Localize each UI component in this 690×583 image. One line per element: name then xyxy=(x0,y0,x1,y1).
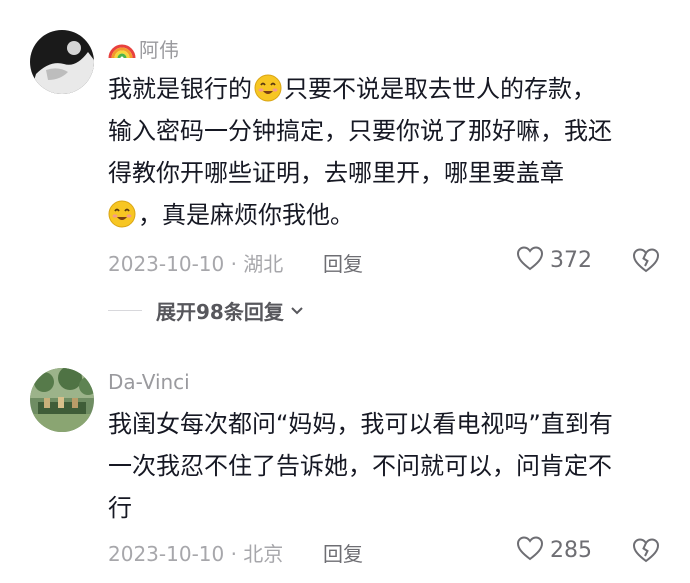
comment-line: 行 xyxy=(108,494,132,522)
comment-meta: 2023-10-10 · 北京 xyxy=(108,542,284,566)
comment-line: 得教你开哪些证明，去哪里开，哪里要盖章 xyxy=(108,159,564,187)
expand-replies-label: 展开98条回复 xyxy=(156,299,284,324)
username[interactable]: 阿伟 xyxy=(108,34,179,65)
reply-button[interactable]: 回复 xyxy=(323,538,363,567)
comment-line: 我就是银行的 只要不说是取去世人的存款， xyxy=(108,68,668,110)
comment-2: Da-Vinci 我闺女每次都问“妈妈，我可以看电视吗”直到有 一次我忍不住了告… xyxy=(0,340,690,583)
smiling-face-emoji-icon xyxy=(254,73,282,102)
username[interactable]: Da-Vinci xyxy=(108,370,190,394)
comment-meta: 2023-10-10 · 湖北 xyxy=(108,252,284,276)
broken-heart-icon xyxy=(632,538,660,568)
comment-text[interactable]: 我就是银行的 只要不说是取去世人的存款， 输入密码一分钟搞定，只要你说了那好嘛，我… xyxy=(108,68,668,236)
comment-text[interactable]: 我闺女每次都问“妈妈，我可以看电视吗”直到有 一次我忍不住了告诉她，不问就可以，… xyxy=(108,403,668,529)
comment-1: 阿伟 我就是银行的 只要不说是取去世人的存款， 输入密码一分钟搞定，只要你说了那好… xyxy=(0,0,690,340)
like-button[interactable]: 285 xyxy=(516,535,592,565)
text-segment: 只要不说是取去世人的存款， xyxy=(284,75,596,103)
comment-line: 一次我忍不住了告诉她，不问就可以，问肯定不 xyxy=(108,452,612,480)
avatar[interactable] xyxy=(30,30,94,94)
comment-line: ，真是麻烦你我他。 xyxy=(108,194,668,236)
comment-line: 我闺女每次都问“妈妈，我可以看电视吗”直到有 xyxy=(108,410,613,438)
avatar[interactable] xyxy=(30,368,94,432)
text-segment: ，真是麻烦你我他。 xyxy=(138,201,354,229)
chevron-down-icon xyxy=(284,301,304,320)
dislike-button[interactable] xyxy=(632,246,660,274)
username-text: 阿伟 xyxy=(139,38,179,62)
dislike-button[interactable] xyxy=(632,536,660,564)
broken-heart-icon xyxy=(632,248,660,278)
like-count: 285 xyxy=(550,537,592,563)
expand-replies-button[interactable]: 展开98条回复 xyxy=(108,296,304,324)
heart-outline-icon xyxy=(516,535,544,565)
text-segment: 我就是银行的 xyxy=(108,75,252,103)
heart-outline-icon xyxy=(516,245,544,275)
comment-line: 输入密码一分钟搞定，只要你说了那好嘛，我还 xyxy=(108,117,612,145)
like-button[interactable]: 372 xyxy=(516,245,592,275)
rainbow-emoji-icon xyxy=(108,38,136,65)
reply-button[interactable]: 回复 xyxy=(323,248,363,277)
smiling-face-emoji-icon xyxy=(108,199,136,228)
like-count: 372 xyxy=(550,247,592,273)
divider xyxy=(108,309,142,311)
